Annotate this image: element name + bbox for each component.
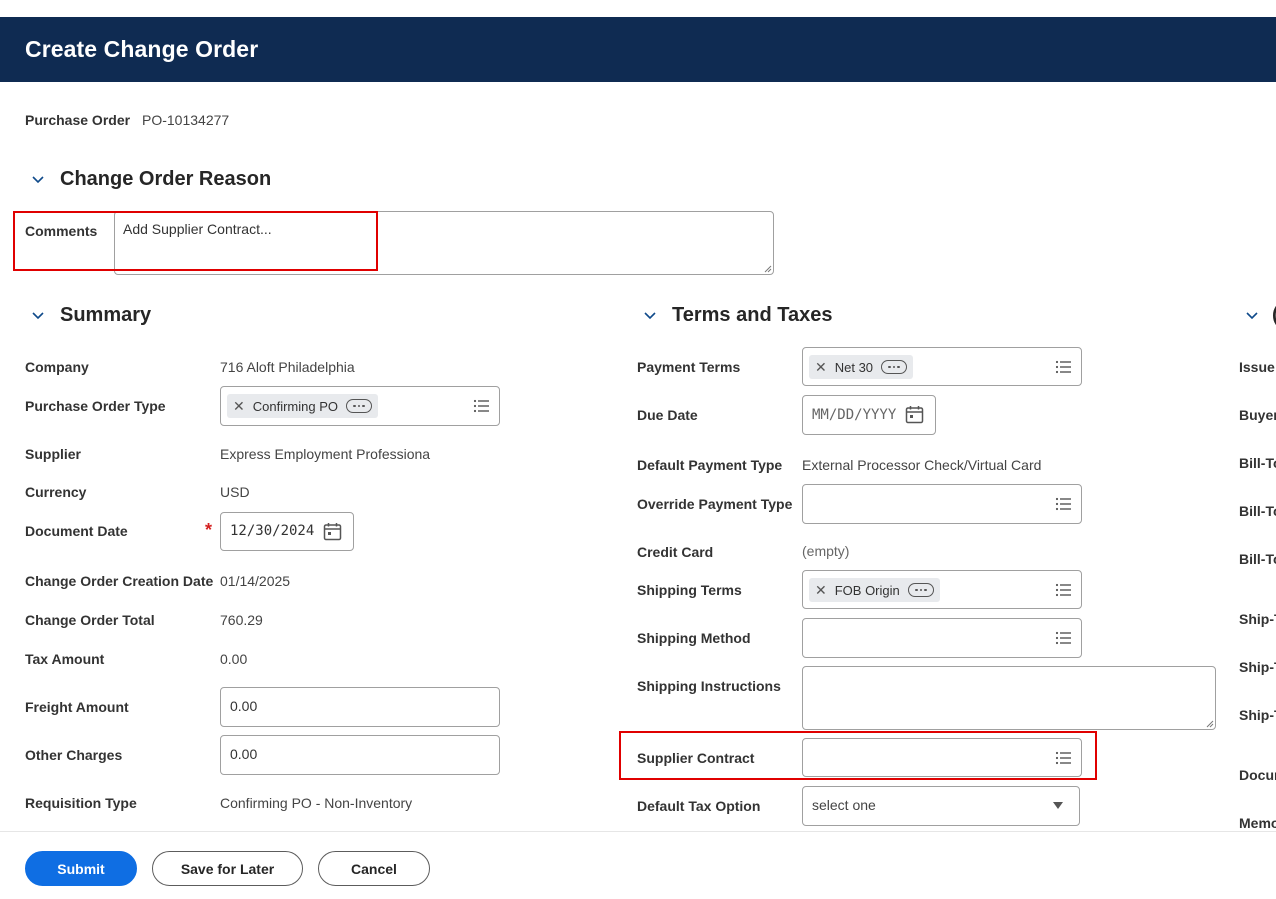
creation-date-value: 01/14/2025 — [220, 573, 291, 589]
remove-icon[interactable]: ✕ — [815, 360, 827, 374]
default-payment-type-value: External Processor Check/Virtual Card — [802, 457, 1042, 473]
freight-value: 0.00 — [230, 698, 258, 714]
list-prompt-icon[interactable] — [1055, 630, 1072, 646]
highlight-box-comments — [13, 211, 378, 271]
override-payment-type-label: Override Payment Type — [637, 496, 793, 512]
shipping-terms-pill-text: FOB Origin — [834, 582, 900, 598]
change-order-reason-title: Change Order Reason — [60, 168, 272, 190]
shipping-terms-label: Shipping Terms — [637, 582, 742, 598]
purchase-order-value: PO-10134277 — [142, 112, 230, 128]
supplier-label: Supplier — [25, 446, 82, 462]
more-options-icon[interactable] — [881, 360, 908, 374]
override-payment-type-field[interactable] — [802, 484, 1082, 524]
freight-label: Freight Amount — [25, 699, 129, 715]
document-date-field[interactable]: 12/30/2024 — [220, 512, 354, 551]
default-tax-option-label: Default Tax Option — [637, 798, 761, 814]
tax-value: 0.00 — [220, 651, 248, 667]
resize-handle-icon[interactable] — [1206, 720, 1214, 728]
remove-icon[interactable]: ✕ — [815, 583, 827, 597]
freight-input[interactable]: 0.00 — [220, 687, 500, 727]
footer-divider — [0, 831, 1276, 832]
document-date-value: 12/30/2024 — [230, 523, 315, 539]
terms-taxes-title: Terms and Taxes — [672, 304, 833, 326]
third-col-label-ship-to-3: Ship-T — [1239, 707, 1276, 723]
list-prompt-icon[interactable] — [1055, 582, 1072, 598]
chevron-down-icon[interactable] — [31, 309, 45, 323]
total-value: 760.29 — [220, 612, 263, 628]
due-date-placeholder: MM/DD/YYYY — [812, 407, 897, 423]
po-type-field[interactable]: ✕ Confirming PO — [220, 386, 500, 426]
credit-card-value: (empty) — [802, 543, 850, 559]
calendar-icon[interactable] — [905, 405, 924, 424]
default-tax-option-select[interactable]: select one — [802, 786, 1080, 826]
chevron-down-icon[interactable] — [643, 309, 657, 323]
credit-card-label: Credit Card — [637, 544, 714, 560]
third-section-title-clipped: ( — [1272, 304, 1276, 327]
document-date-label: Document Date — [25, 523, 128, 539]
dropdown-arrow-icon — [1053, 802, 1063, 809]
po-type-pill: ✕ Confirming PO — [227, 394, 378, 418]
default-tax-option-value: select one — [812, 797, 876, 813]
creation-date-label: Change Order Creation Date — [25, 573, 214, 589]
list-prompt-icon[interactable] — [1055, 496, 1072, 512]
top-strip — [0, 0, 1276, 17]
total-label: Change Order Total — [25, 612, 155, 628]
highlight-box-supplier-contract — [619, 731, 1097, 780]
currency-label: Currency — [25, 484, 87, 500]
submit-button[interactable]: Submit — [25, 851, 137, 886]
shipping-method-field[interactable] — [802, 618, 1082, 658]
third-col-label-bill-to-2: Bill-To — [1239, 503, 1276, 519]
payment-terms-pill-text: Net 30 — [834, 359, 874, 375]
supplier-value: Express Employment Professiona — [220, 446, 431, 462]
po-type-label: Purchase Order Type — [25, 398, 166, 414]
other-charges-label: Other Charges — [25, 747, 123, 763]
chevron-down-icon[interactable] — [31, 173, 45, 187]
tax-label: Tax Amount — [25, 651, 105, 667]
cancel-button[interactable]: Cancel — [318, 851, 430, 886]
company-value: 716 Aloft Philadelphia — [220, 359, 355, 375]
third-col-label-buyer: Buyer — [1239, 407, 1276, 423]
shipping-terms-pill: ✕ FOB Origin — [809, 578, 940, 602]
shipping-terms-field[interactable]: ✕ FOB Origin — [802, 570, 1082, 609]
purchase-order-label: Purchase Order — [25, 112, 131, 128]
more-options-icon[interactable] — [345, 399, 372, 413]
payment-terms-pill: ✕ Net 30 — [809, 355, 914, 379]
shipping-instructions-textarea[interactable] — [802, 666, 1216, 730]
resize-handle-icon[interactable] — [764, 265, 772, 273]
list-prompt-icon[interactable] — [1055, 359, 1072, 375]
company-label: Company — [25, 359, 89, 375]
summary-title: Summary — [60, 304, 152, 326]
currency-value: USD — [220, 484, 250, 500]
po-type-pill-text: Confirming PO — [252, 398, 338, 414]
requisition-type-label: Requisition Type — [25, 795, 137, 811]
save-for-later-button[interactable]: Save for Later — [152, 851, 303, 886]
requisition-type-value: Confirming PO - Non-Inventory — [220, 795, 413, 811]
chevron-down-icon[interactable] — [1245, 309, 1259, 323]
third-col-label-issue: Issue — [1239, 359, 1275, 375]
remove-icon[interactable]: ✕ — [233, 399, 245, 413]
more-options-icon[interactable] — [907, 583, 934, 597]
third-col-label-bill-to-1: Bill-To — [1239, 455, 1276, 471]
other-charges-value: 0.00 — [230, 746, 258, 762]
calendar-icon[interactable] — [323, 522, 342, 541]
list-prompt-icon[interactable] — [473, 398, 490, 414]
shipping-method-label: Shipping Method — [637, 630, 751, 646]
third-col-label-ship-to-2: Ship-T — [1239, 659, 1276, 675]
page-header: Create Change Order — [0, 17, 1276, 82]
required-indicator: * — [205, 520, 213, 540]
shipping-instructions-label: Shipping Instructions — [637, 678, 781, 694]
other-charges-input[interactable]: 0.00 — [220, 735, 500, 775]
third-col-label-bill-to-3: Bill-To — [1239, 551, 1276, 567]
third-col-label-ship-to-1: Ship-T — [1239, 611, 1276, 627]
payment-terms-label: Payment Terms — [637, 359, 741, 375]
due-date-label: Due Date — [637, 407, 698, 423]
payment-terms-field[interactable]: ✕ Net 30 — [802, 347, 1082, 386]
due-date-field[interactable]: MM/DD/YYYY — [802, 395, 936, 435]
third-col-label-document: Docum — [1239, 767, 1276, 783]
third-col-label-memo: Memo — [1239, 815, 1276, 831]
page-title: Create Change Order — [25, 36, 259, 62]
default-payment-type-label: Default Payment Type — [637, 457, 783, 473]
